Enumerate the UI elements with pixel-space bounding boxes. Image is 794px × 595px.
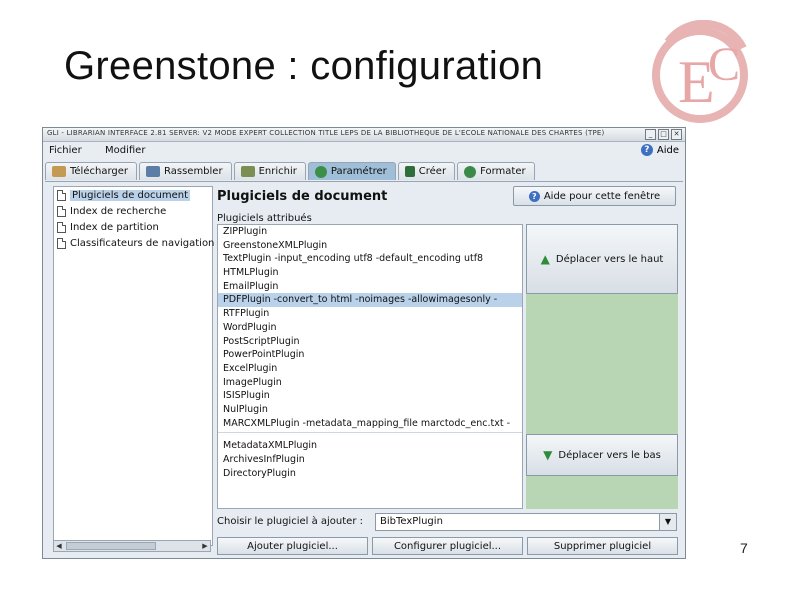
plugins-panel: Plugiciels de document ? Aide pour cette… bbox=[215, 182, 681, 558]
panel-title: Plugiciels de document bbox=[217, 189, 388, 204]
move-up-label: Déplacer vers le haut bbox=[555, 253, 664, 265]
plugin-select-value: BibTexPlugin bbox=[380, 516, 443, 527]
list-item[interactable]: MetadataXMLPlugin bbox=[218, 439, 522, 453]
button-spacer bbox=[526, 294, 678, 434]
greenstone-window: GLI - LIBRARIAN INTERFACE 2.81 SERVER: V… bbox=[42, 127, 686, 559]
gear-icon bbox=[314, 165, 327, 178]
svg-text:C: C bbox=[708, 38, 740, 91]
tab-bar: Télécharger Rassembler Enrichir Paramétr… bbox=[45, 162, 683, 181]
enrich-icon bbox=[240, 166, 255, 177]
list-item[interactable]: NulPlugin bbox=[218, 403, 522, 417]
help-icon: ? bbox=[640, 144, 653, 156]
page-number: 7 bbox=[740, 540, 748, 556]
list-item-selected[interactable]: PDFPlugin -convert_to html -noimages -al… bbox=[218, 293, 522, 308]
tab-label: Formater bbox=[480, 166, 526, 177]
list-item[interactable]: GreenstoneXMLPlugin bbox=[218, 239, 522, 253]
list-item[interactable]: TextPlugin -input_encoding utf8 -default… bbox=[218, 252, 522, 266]
list-separator bbox=[218, 432, 522, 439]
tab-download[interactable]: Télécharger bbox=[45, 162, 138, 180]
menubar: Fichier Modifier ? Aide bbox=[43, 142, 685, 160]
list-item[interactable]: ZIPPlugin bbox=[218, 225, 522, 239]
list-item[interactable]: ImagePlugin bbox=[218, 376, 522, 390]
scroll-left-icon[interactable]: ◀ bbox=[54, 541, 64, 551]
list-item[interactable]: ExcelPlugin bbox=[218, 362, 522, 376]
window-title: GLI - LIBRARIAN INTERFACE 2.81 SERVER: V… bbox=[47, 129, 605, 137]
window-titlebar[interactable]: GLI - LIBRARIAN INTERFACE 2.81 SERVER: V… bbox=[43, 128, 685, 142]
help-icon: ? bbox=[528, 190, 540, 202]
folder-icon bbox=[52, 166, 66, 177]
arrow-down-icon: ▼ bbox=[543, 448, 553, 462]
arrow-up-icon: ▲ bbox=[540, 252, 550, 266]
assigned-plugins-list[interactable]: ZIPPlugin GreenstoneXMLPlugin TextPlugin… bbox=[217, 224, 523, 509]
sidebar-item-label: Index de recherche bbox=[70, 205, 167, 217]
help-for-window-label: Aide pour cette fenêtre bbox=[543, 190, 661, 202]
list-item[interactable]: ISISPlugin bbox=[218, 389, 522, 403]
plugin-actions: Ajouter plugiciel... Configurer plugicie… bbox=[217, 537, 678, 555]
add-plugin-button[interactable]: Ajouter plugiciel... bbox=[217, 537, 368, 555]
configure-plugin-button[interactable]: Configurer plugiciel... bbox=[372, 537, 523, 555]
tab-label: Créer bbox=[418, 166, 447, 177]
tab-format[interactable]: Formater bbox=[457, 162, 535, 180]
tab-label: Enrichir bbox=[258, 166, 297, 177]
design-sections-list: Plugiciels de document Index de recherch… bbox=[53, 186, 215, 546]
tab-enrich[interactable]: Enrichir bbox=[233, 162, 306, 180]
list-item[interactable]: HTMLPlugin bbox=[218, 266, 522, 280]
document-icon bbox=[57, 237, 66, 249]
content-area: Plugiciels de document Index de recherch… bbox=[45, 181, 683, 556]
list-item[interactable]: ArchivesInfPlugin bbox=[218, 453, 522, 467]
close-button[interactable]: ✕ bbox=[671, 129, 682, 140]
move-down-button[interactable]: ▼ Déplacer vers le bas bbox=[526, 434, 678, 476]
menu-help[interactable]: ? Aide bbox=[640, 144, 679, 156]
sidebar-item-label: Classificateurs de navigation bbox=[70, 237, 215, 249]
list-item[interactable]: EmailPlugin bbox=[218, 280, 522, 294]
menu-edit[interactable]: Modifier bbox=[105, 145, 145, 156]
maximize-button[interactable]: □ bbox=[658, 129, 669, 140]
plugin-select[interactable]: BibTexPlugin ▼ bbox=[375, 513, 677, 531]
gather-icon bbox=[146, 166, 161, 177]
choose-plugin-label: Choisir le plugiciel à ajouter : bbox=[217, 516, 363, 527]
scroll-thumb[interactable] bbox=[66, 542, 156, 550]
sidebar-item-label: Index de partition bbox=[70, 221, 159, 233]
sidebar-item-search-indexes[interactable]: Index de recherche bbox=[54, 203, 212, 219]
tab-label: Rassembler bbox=[164, 166, 223, 177]
tab-label: Paramétrer bbox=[330, 166, 387, 177]
tab-label: Télécharger bbox=[70, 166, 129, 177]
ecole-chartes-logo: E C bbox=[652, 20, 748, 123]
sidebar-item-partition-indexes[interactable]: Index de partition bbox=[54, 219, 212, 235]
list-item[interactable]: MARCXMLPlugin -metadata_mapping_file mar… bbox=[218, 417, 522, 431]
list-item[interactable]: WordPlugin bbox=[218, 321, 522, 335]
menu-file[interactable]: Fichier bbox=[49, 145, 82, 156]
tab-create[interactable]: Créer bbox=[397, 162, 456, 180]
slide-title: Greenstone : configuration bbox=[64, 44, 544, 88]
assigned-plugins-label: Plugiciels attribués bbox=[217, 213, 312, 224]
minimize-button[interactable]: _ bbox=[645, 129, 656, 140]
move-down-label: Déplacer vers le bas bbox=[558, 449, 661, 461]
scroll-right-icon[interactable]: ▶ bbox=[200, 541, 210, 551]
list-item[interactable]: PostScriptPlugin bbox=[218, 335, 522, 349]
list-item[interactable]: RTFPlugin bbox=[218, 307, 522, 321]
sidebar-item-browsing-classifiers[interactable]: Classificateurs de navigation bbox=[54, 235, 215, 251]
tab-design[interactable]: Paramétrer bbox=[307, 162, 396, 180]
button-spacer bbox=[526, 476, 678, 509]
list-item[interactable]: DirectoryPlugin bbox=[218, 467, 522, 481]
chevron-down-icon[interactable]: ▼ bbox=[659, 514, 676, 530]
move-up-button[interactable]: ▲ Déplacer vers le haut bbox=[526, 224, 678, 294]
menu-help-label: Aide bbox=[656, 144, 679, 156]
sidebar-item-document-plugins[interactable]: Plugiciels de document bbox=[54, 187, 212, 203]
tab-gather[interactable]: Rassembler bbox=[139, 162, 232, 180]
remove-plugin-button[interactable]: Supprimer plugiciel bbox=[527, 537, 678, 555]
document-icon bbox=[57, 189, 66, 201]
help-for-window-button[interactable]: ? Aide pour cette fenêtre bbox=[513, 186, 676, 206]
list-item[interactable]: PowerPointPlugin bbox=[218, 348, 522, 362]
document-icon bbox=[57, 221, 66, 233]
sidebar-item-label: Plugiciels de document bbox=[70, 189, 191, 201]
document-icon bbox=[57, 205, 66, 217]
format-gear-icon bbox=[464, 165, 477, 178]
create-icon bbox=[404, 166, 415, 177]
sidebar-horizontal-scrollbar[interactable]: ◀ ▶ bbox=[53, 540, 211, 552]
